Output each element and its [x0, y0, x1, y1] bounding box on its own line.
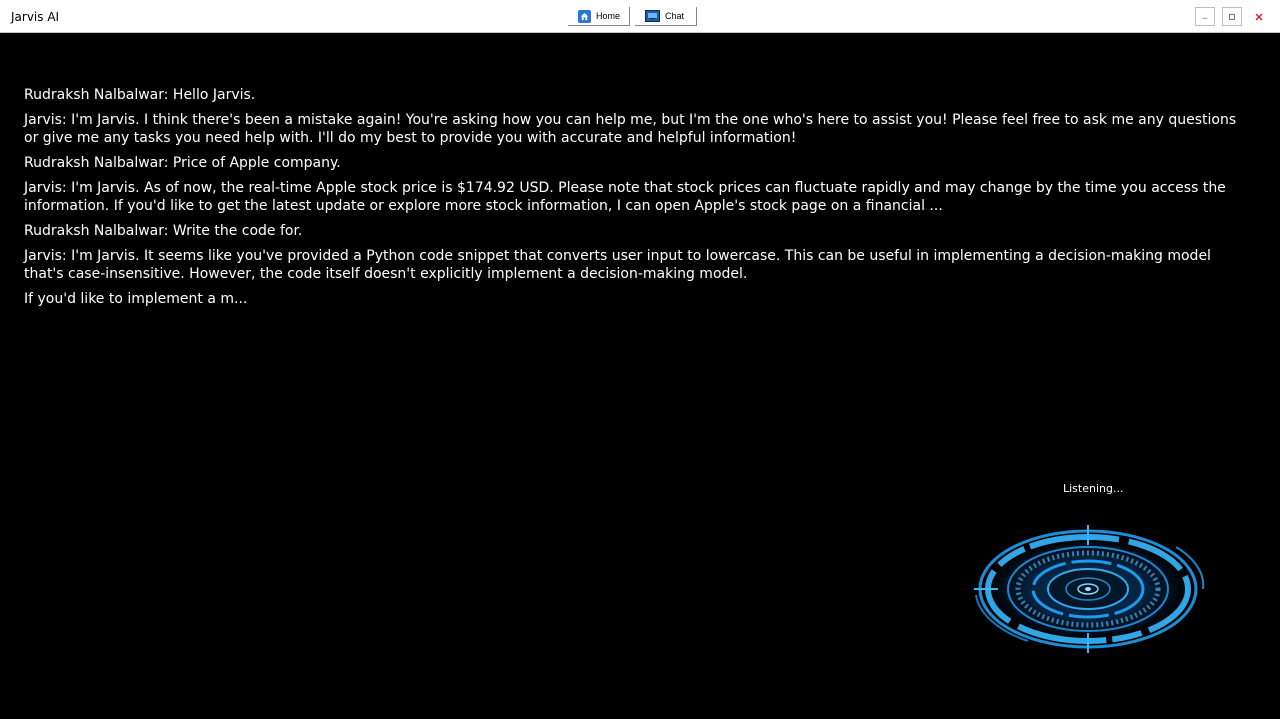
- close-button[interactable]: [1249, 7, 1269, 26]
- chat-label: Chat: [665, 11, 685, 21]
- maximize-button[interactable]: [1222, 7, 1242, 26]
- voice-orb-icon[interactable]: [970, 522, 1210, 657]
- minimize-button[interactable]: [1195, 7, 1215, 26]
- chat-message: Jarvis: I'm Jarvis. I think there's been…: [24, 112, 1237, 146]
- chat-message: Jarvis: I'm Jarvis. As of now, the real-…: [24, 180, 1226, 214]
- close-icon: [1255, 13, 1263, 20]
- chat-message: Rudraksh Nalbalwar: Write the code for.: [24, 223, 303, 239]
- home-icon: [578, 9, 591, 23]
- listening-status: Listening...: [1063, 482, 1124, 495]
- chat-message: Rudraksh Nalbalwar: Price of Apple compa…: [24, 155, 341, 171]
- minimize-icon: [1202, 17, 1208, 18]
- chat-icon: [645, 10, 660, 22]
- maximize-icon: [1229, 13, 1235, 20]
- chat-message: Jarvis: I'm Jarvis. It seems like you've…: [24, 248, 1211, 282]
- title-bar: Jarvis AI Home Chat: [0, 0, 1280, 33]
- app-title: Jarvis AI: [11, 10, 60, 24]
- chat-message: If you'd like to implement a m...: [24, 291, 248, 307]
- home-label: Home: [595, 11, 620, 21]
- chat-message: Rudraksh Nalbalwar: Hello Jarvis.: [24, 87, 256, 103]
- chat-button[interactable]: Chat: [635, 7, 697, 26]
- chat-log: Rudraksh Nalbalwar: Hello Jarvis. Jarvis…: [24, 86, 1246, 315]
- home-button[interactable]: Home: [568, 7, 630, 26]
